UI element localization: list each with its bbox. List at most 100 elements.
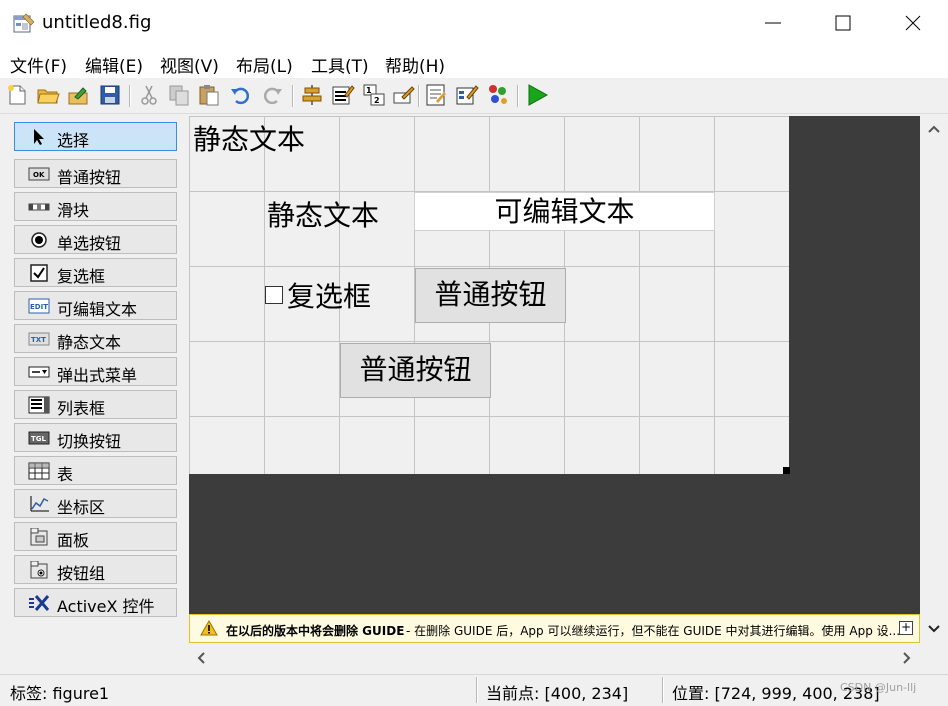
checkbox-icon — [30, 264, 48, 282]
palette-activex[interactable]: ActiveX 控件 — [14, 588, 177, 617]
fig-file-icon — [13, 13, 35, 33]
redo-icon[interactable] — [260, 83, 284, 107]
gui-static-text[interactable]: 静态文本 — [267, 194, 379, 234]
palette-listbox[interactable]: 列表框 — [14, 390, 177, 419]
static-text-icon: TXT — [28, 332, 50, 346]
paste-icon[interactable] — [197, 83, 221, 107]
menu-file[interactable]: 文件(F) — [10, 52, 67, 77]
button-group-icon — [30, 561, 48, 579]
palette-slider[interactable]: 滑块 — [14, 192, 177, 221]
table-icon — [28, 462, 50, 480]
palette-label: 切换按钮 — [57, 432, 122, 451]
menu-tools[interactable]: 工具(T) — [311, 52, 369, 77]
new-figure-icon[interactable] — [5, 83, 29, 107]
palette-select[interactable]: 选择 — [14, 122, 177, 151]
palette-label: 滑块 — [57, 201, 90, 220]
property-inspector-icon[interactable] — [455, 83, 479, 107]
status-tag: 标签: figure1 — [10, 684, 110, 703]
status-bar: 标签: figure1 当前点: [400, 234] 位置: [724, 99… — [0, 674, 948, 706]
open-icon[interactable] — [36, 83, 60, 107]
object-browser-icon[interactable] — [486, 83, 510, 107]
palette-checkbox[interactable]: 复选框 — [14, 258, 177, 287]
gui-checkbox[interactable]: 复选框 — [265, 275, 371, 315]
horizontal-scrollbar[interactable] — [189, 645, 920, 671]
pushbutton-icon: OK — [28, 167, 50, 181]
palette-popup-menu[interactable]: 弹出式菜单 — [14, 357, 177, 386]
palette-static-text[interactable]: TXT 静态文本 — [14, 324, 177, 353]
pushbutton-icon-text: OK — [33, 171, 45, 179]
minimize-button[interactable] — [750, 0, 796, 46]
status-divider — [662, 677, 664, 703]
palette-label: 可编辑文本 — [57, 300, 138, 319]
toolbar-separator — [418, 85, 420, 107]
select-arrow-icon — [34, 129, 44, 145]
palette-label: 坐标区 — [57, 498, 106, 517]
edit-text-icon: EDIT — [28, 298, 50, 314]
menu-edit[interactable]: 编辑(E) — [85, 52, 143, 77]
palette-label: 弹出式菜单 — [57, 366, 138, 385]
gui-pushbutton[interactable]: 普通按钮 — [415, 268, 566, 323]
menu-bar: 文件(F) 编辑(E) 视图(V) 布局(L) 工具(T) 帮助(H) — [0, 46, 948, 78]
edit-text-icon-text: EDIT — [30, 303, 48, 311]
copy-icon[interactable] — [167, 83, 191, 107]
gui-static-text[interactable]: 静态文本 — [193, 118, 305, 158]
vertical-scrollbar[interactable] — [920, 116, 948, 644]
scroll-down-icon[interactable] — [927, 624, 941, 634]
undo-icon[interactable] — [229, 83, 253, 107]
window-title: untitled8.fig — [42, 12, 152, 33]
palette-toggle-button[interactable]: TGL 切换按钮 — [14, 423, 177, 452]
scroll-right-icon[interactable] — [901, 651, 913, 665]
warning-icon — [200, 620, 218, 636]
palette-button-group[interactable]: 按钮组 — [14, 555, 177, 584]
menu-layout[interactable]: 布局(L) — [236, 52, 293, 77]
palette-edit-text[interactable]: EDIT 可编辑文本 — [14, 291, 177, 320]
editor-icon[interactable] — [424, 83, 448, 107]
menu-editor-icon[interactable] — [331, 83, 355, 107]
menu-view[interactable]: 视图(V) — [160, 52, 219, 77]
watermark: CSDN @Jun-llj — [840, 681, 917, 694]
palette-label: ActiveX 控件 — [57, 597, 155, 616]
title-bar: untitled8.fig — [0, 0, 948, 46]
warning-message: - 在删除 GUIDE 后，App 可以继续运行，但不能在 GUIDE 中对其进… — [406, 624, 901, 638]
palette-label: 按钮组 — [57, 564, 106, 583]
figure-resize-handle[interactable] — [783, 467, 790, 474]
toolbar-separator — [129, 85, 131, 107]
component-palette: 选择 OK 普通按钮 滑块 单选按钮 复选框 EDIT 可编辑文本 TXT 静态… — [0, 114, 186, 620]
palette-label: 普通按钮 — [57, 168, 122, 187]
status-current-point: 当前点: [400, 234] — [486, 684, 629, 703]
palette-label: 列表框 — [57, 399, 106, 418]
run-icon[interactable] — [525, 83, 549, 107]
warning-expand-button[interactable]: + — [899, 621, 913, 635]
menu-help[interactable]: 帮助(H) — [385, 52, 445, 77]
palette-axes[interactable]: 坐标区 — [14, 489, 177, 518]
palette-table[interactable]: 表 — [14, 456, 177, 485]
toolbar-separator — [517, 85, 519, 107]
palette-label: 单选按钮 — [57, 234, 122, 253]
close-button[interactable] — [890, 0, 936, 46]
cut-icon[interactable] — [137, 83, 161, 107]
gui-edit-text[interactable]: 可编辑文本 — [414, 192, 715, 231]
scroll-up-icon[interactable] — [927, 124, 941, 134]
activex-icon — [29, 595, 50, 611]
checkbox-box[interactable] — [265, 286, 283, 304]
gui-pushbutton[interactable]: 普通按钮 — [340, 343, 491, 398]
export-icon[interactable] — [67, 83, 91, 107]
toolbar: 12 — [0, 79, 948, 114]
axes-icon — [30, 496, 49, 512]
palette-pushbutton[interactable]: OK 普通按钮 — [14, 159, 177, 188]
panel-icon — [30, 528, 48, 546]
align-icon[interactable] — [300, 83, 324, 107]
maximize-button[interactable] — [820, 0, 866, 46]
save-icon[interactable] — [98, 83, 122, 107]
palette-radiobutton[interactable]: 单选按钮 — [14, 225, 177, 254]
close-icon — [905, 15, 921, 31]
popup-menu-icon — [28, 366, 50, 378]
palette-label: 复选框 — [57, 267, 106, 286]
status-divider — [476, 677, 478, 703]
toolbar-editor-icon[interactable] — [392, 83, 416, 107]
scroll-left-icon[interactable] — [195, 651, 207, 665]
tab-order-icon[interactable]: 12 — [362, 83, 386, 107]
palette-panel[interactable]: 面板 — [14, 522, 177, 551]
svg-text:2: 2 — [374, 96, 380, 105]
warning-title: 在以后的版本中将会删除 GUIDE — [226, 624, 405, 638]
